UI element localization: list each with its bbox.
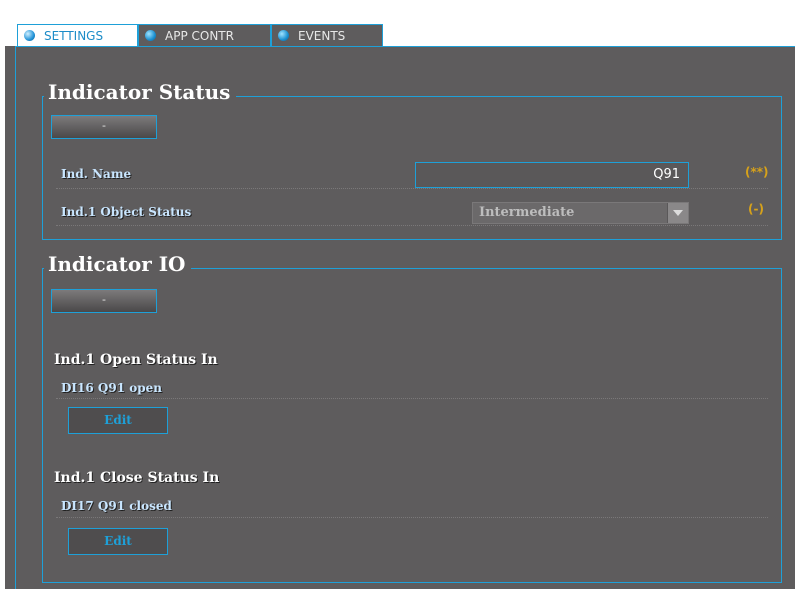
tab-label: SETTINGS	[44, 29, 104, 43]
tab-events[interactable]: EVENTS	[271, 24, 383, 47]
divider	[56, 517, 768, 518]
indicator-io-title: Indicator IO	[44, 252, 192, 276]
ind-object-status-select[interactable]: Intermediate	[472, 202, 689, 224]
divider	[56, 398, 768, 399]
open-status-value: DI16 Q91 open	[61, 381, 162, 395]
divider	[56, 225, 768, 226]
ind-object-status-label: Ind.1 Object Status	[61, 205, 192, 219]
indicator-status-title: Indicator Status	[44, 80, 237, 104]
close-status-value: DI17 Q91 closed	[61, 499, 172, 513]
close-status-title: Ind.1 Close Status In	[54, 470, 220, 486]
divider	[56, 188, 768, 189]
tab-settings[interactable]: SETTINGS	[17, 24, 138, 47]
open-status-edit-button[interactable]: Edit	[68, 407, 168, 434]
ind-object-status-note: (-)	[748, 202, 764, 216]
tab-indicator-icon	[145, 30, 156, 41]
open-status-title: Ind.1 Open Status In	[54, 352, 218, 368]
tab-label: EVENTS	[298, 29, 346, 43]
tab-app-contr[interactable]: APP CONTR	[138, 24, 271, 47]
indicator-status-collapse-button[interactable]: -	[51, 115, 157, 139]
select-value: Intermediate	[479, 205, 575, 220]
chevron-down-icon[interactable]	[667, 203, 688, 223]
tab-indicator-icon	[278, 30, 289, 41]
ind-name-input[interactable]: Q91	[415, 162, 689, 188]
ind-name-label: Ind. Name	[61, 167, 132, 181]
tab-indicator-icon	[24, 30, 35, 41]
indicator-io-collapse-button[interactable]: -	[51, 289, 157, 313]
ind-name-note: (**)	[745, 165, 769, 179]
tab-label: APP CONTR	[165, 29, 234, 43]
close-status-edit-button[interactable]: Edit	[68, 528, 168, 555]
